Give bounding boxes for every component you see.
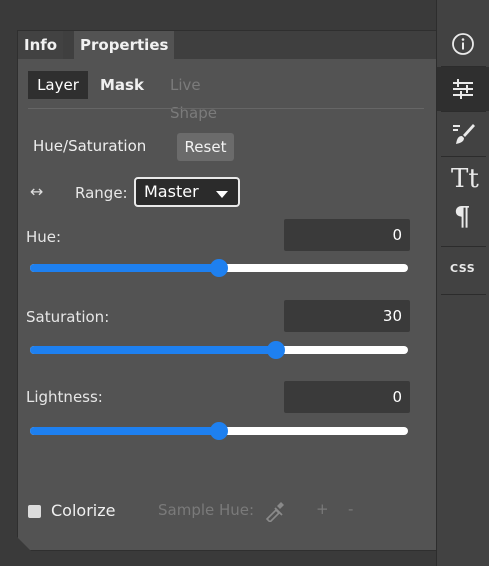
saturation-input[interactable]: 30 <box>284 300 410 332</box>
lightness-slider[interactable] <box>30 425 408 437</box>
info-icon <box>452 33 474 55</box>
sidebar-character-button[interactable]: Tt <box>437 158 489 202</box>
slider-fill <box>30 346 276 354</box>
panel-tab-bar: Info Properties <box>18 31 437 59</box>
adjustment-title: Hue/Saturation <box>33 137 147 155</box>
brush-icon <box>453 124 475 144</box>
saturation-slider[interactable] <box>30 344 408 356</box>
range-select-value: Master <box>144 182 199 201</box>
subtab-layer[interactable]: Layer <box>28 71 88 99</box>
range-select[interactable]: Master <box>134 177 240 207</box>
sidebar-brush-button[interactable] <box>437 112 489 156</box>
properties-panel: Info Properties Layer Mask Live Shape Hu… <box>17 30 438 551</box>
sidebar-divider <box>441 246 486 247</box>
sidebar-info-button[interactable] <box>437 22 489 66</box>
slider-knob[interactable] <box>210 422 228 440</box>
hue-input[interactable]: 0 <box>284 219 410 251</box>
range-label: Range: <box>75 184 128 202</box>
saturation-label: Saturation: <box>26 308 110 326</box>
slider-fill <box>30 264 219 272</box>
sidebar-css-button[interactable]: CSS <box>437 248 489 292</box>
tab-properties[interactable]: Properties <box>74 31 174 59</box>
tab-info[interactable]: Info <box>18 31 63 59</box>
lightness-input[interactable]: 0 <box>284 381 410 413</box>
sidebar-divider <box>441 156 486 157</box>
subtract-sample-button[interactable]: - <box>348 500 353 518</box>
slider-knob[interactable] <box>267 341 285 359</box>
range-arrows-icon: ↔ <box>30 182 44 201</box>
css-icon: CSS <box>450 262 476 275</box>
sidebar-divider <box>441 294 486 295</box>
subtab-divider <box>28 108 424 109</box>
eyedropper-icon[interactable] <box>264 500 286 522</box>
colorize-checkbox[interactable] <box>28 505 41 518</box>
lightness-label: Lightness: <box>26 388 103 406</box>
colorize-label: Colorize <box>51 501 116 520</box>
subtab-live-shape[interactable]: Live Shape <box>170 71 217 99</box>
slider-knob[interactable] <box>210 259 228 277</box>
slider-fill <box>30 427 219 435</box>
sidebar-paragraph-button[interactable]: ¶ <box>437 200 489 244</box>
right-sidebar: ⌃ Tt ¶ CSS <box>436 0 489 566</box>
text-icon: Tt <box>451 164 479 194</box>
paragraph-icon: ¶ <box>454 202 471 232</box>
chevron-down-icon <box>216 191 228 198</box>
adjustments-icon <box>453 79 473 99</box>
reset-button[interactable]: Reset <box>177 133 234 161</box>
sample-hue-label: Sample Hue: <box>158 501 255 519</box>
add-sample-button[interactable]: + <box>316 500 329 518</box>
sidebar-adjustments-button[interactable] <box>437 67 489 111</box>
hue-slider[interactable] <box>30 262 408 274</box>
collapse-chevron-icon[interactable]: ⌃ <box>451 0 463 10</box>
hue-label: Hue: <box>26 228 62 246</box>
subtab-mask[interactable]: Mask <box>100 71 144 99</box>
top-strip <box>0 0 489 30</box>
